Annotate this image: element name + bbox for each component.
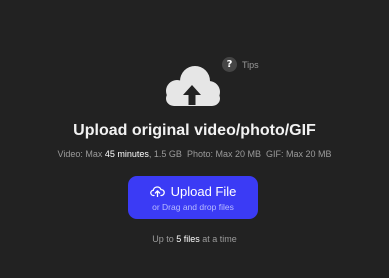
cloud-upload-icon: [166, 66, 220, 106]
upload-title: Upload original video/photo/GIF: [73, 122, 316, 139]
drag-drop-hint: or Drag and drop files: [152, 201, 234, 212]
upload-limits: Video: Max 45 minutes, 1.5 GB Photo: Max…: [0, 149, 389, 159]
upload-button-label: Upload File: [170, 183, 237, 199]
upload-file-button[interactable]: Upload File or Drag and drop files: [128, 176, 258, 219]
upload-panel: ? Tips Upload original video/photo/GIF V…: [0, 0, 389, 278]
files-note-prefix: Up to: [152, 234, 174, 244]
cloud-upload-icon: [149, 186, 165, 197]
video-size-limit: , 1.5 GB: [148, 149, 182, 159]
files-limit-note: Up to 5 files at a time: [0, 234, 389, 244]
files-count: 5 files: [176, 234, 200, 244]
photo-limit: Photo: Max 20 MB: [186, 149, 261, 159]
video-duration-limit: 45 minutes: [104, 149, 149, 159]
question-icon: ?: [222, 57, 237, 72]
video-limit-prefix: Video: Max: [57, 149, 103, 159]
upload-button-row: Upload File: [149, 183, 237, 199]
tips-button[interactable]: ? Tips: [222, 57, 259, 72]
tips-label: Tips: [242, 59, 259, 70]
gif-limit: GIF: Max 20 MB: [266, 149, 332, 159]
files-note-suffix: at a time: [202, 234, 237, 244]
